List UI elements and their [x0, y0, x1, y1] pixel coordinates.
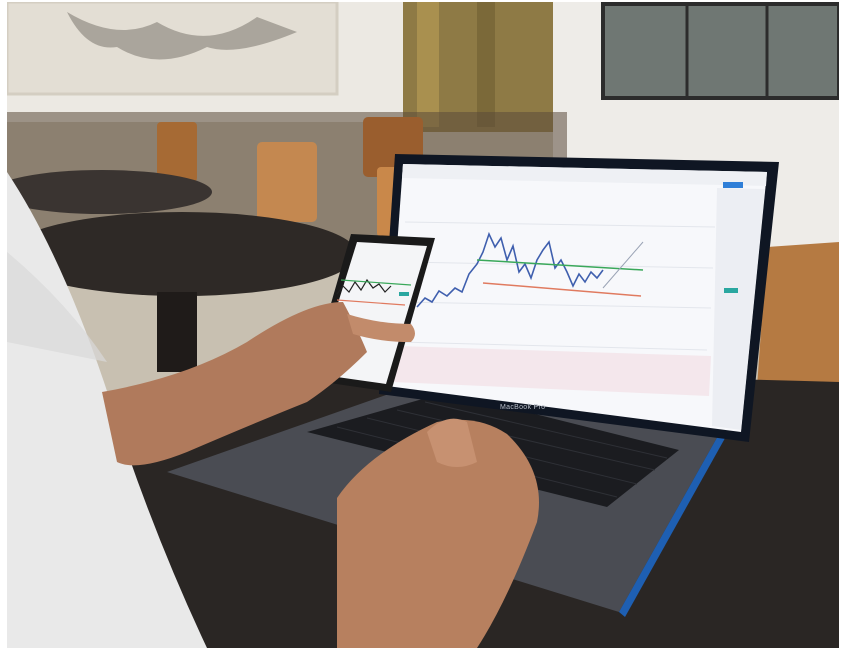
laptop-screen [387, 164, 767, 432]
laptop-brand-label: MacBook Pro [500, 404, 546, 411]
screen-button [723, 182, 743, 188]
chair-back [257, 142, 317, 222]
window-right [601, 2, 839, 100]
chair-back [157, 122, 197, 182]
photo-illustration [7, 2, 839, 648]
photograph [7, 2, 839, 648]
scene: MacBook Pro [0, 0, 846, 650]
